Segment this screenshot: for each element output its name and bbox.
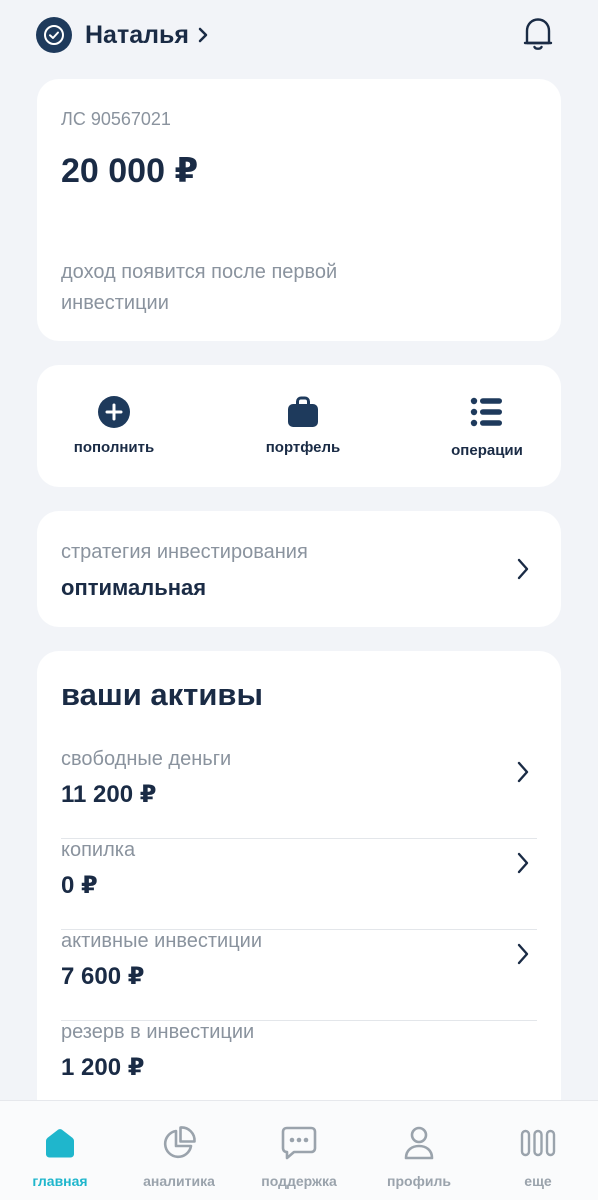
operations-button[interactable]: операции [447,365,527,487]
tab-support[interactable]: поддержка [256,1101,342,1200]
asset-label: свободные деньги [61,748,232,770]
strategy-card[interactable]: стратегия инвестирования оптимальная [37,511,561,627]
topup-button[interactable]: пополнить [73,365,155,487]
check-circle-icon [44,25,64,45]
chevron-right-icon [515,557,531,581]
plus-circle-icon [97,395,131,429]
tab-label: аналитика [143,1173,215,1189]
income-note: доход появится после первой инвестиции [61,261,338,314]
briefcase-icon [286,395,320,429]
balance-amount: 20 000 ₽ [61,152,199,190]
tab-home[interactable]: главная [30,1101,90,1200]
asset-value: 0 ₽ [61,872,98,899]
chevron-right-icon [197,26,209,44]
quick-actions-card: пополнить портфель операции [37,365,561,487]
home-icon [40,1123,80,1163]
asset-row-reserve: резерв в инвестиции 1 200 ₽ [61,1021,537,1112]
asset-value: 11 200 ₽ [61,781,157,808]
strategy-label: стратегия инвестирования [61,541,308,563]
avatar [36,17,72,53]
tab-analytics[interactable]: аналитика [139,1101,219,1200]
more-icon [518,1123,558,1163]
tab-label: профиль [387,1173,451,1189]
pie-chart-icon [159,1123,199,1163]
asset-label: резерв в инвестиции [61,1021,255,1043]
header: Наталья [0,0,598,70]
notifications-button[interactable] [522,16,554,57]
user-profile-link[interactable]: Наталья [36,17,209,53]
portfolio-button[interactable]: портфель [261,365,345,487]
tab-label: еще [524,1173,552,1189]
strategy-value: оптимальная [61,575,207,600]
chevron-right-icon [515,760,531,784]
asset-row-free-money[interactable]: свободные деньги 11 200 ₽ [61,748,537,839]
list-icon [470,395,504,429]
user-icon [399,1123,439,1163]
chevron-right-icon [515,851,531,875]
account-number: ЛС 90567021 [61,109,171,129]
tab-label: главная [32,1173,88,1189]
assets-card: ваши активы свободные деньги 11 200 ₽ ко… [37,651,561,1121]
tab-profile[interactable]: профиль [384,1101,454,1200]
chevron-right-icon [515,942,531,966]
asset-value: 1 200 ₽ [61,1054,145,1081]
asset-value: 7 600 ₽ [61,963,145,990]
asset-label: копилка [61,839,136,861]
tab-more[interactable]: еще [514,1101,562,1200]
bottom-tab-bar: главная аналитика поддержка профиль еще [0,1100,598,1200]
chat-icon [279,1123,319,1163]
asset-row-piggy-bank[interactable]: копилка 0 ₽ [61,839,537,930]
tab-label: поддержка [261,1173,337,1189]
topup-label: пополнить [73,439,155,456]
operations-label: операции [451,442,523,459]
account-card: ЛС 90567021 20 000 ₽ доход появится посл… [37,79,561,341]
bell-icon [523,18,553,50]
asset-row-active-investments[interactable]: активные инвестиции 7 600 ₽ [61,930,537,1021]
portfolio-label: портфель [265,439,341,456]
asset-label: активные инвестиции [61,930,263,952]
assets-title: ваши активы [61,677,263,712]
user-name: Наталья [85,20,189,49]
